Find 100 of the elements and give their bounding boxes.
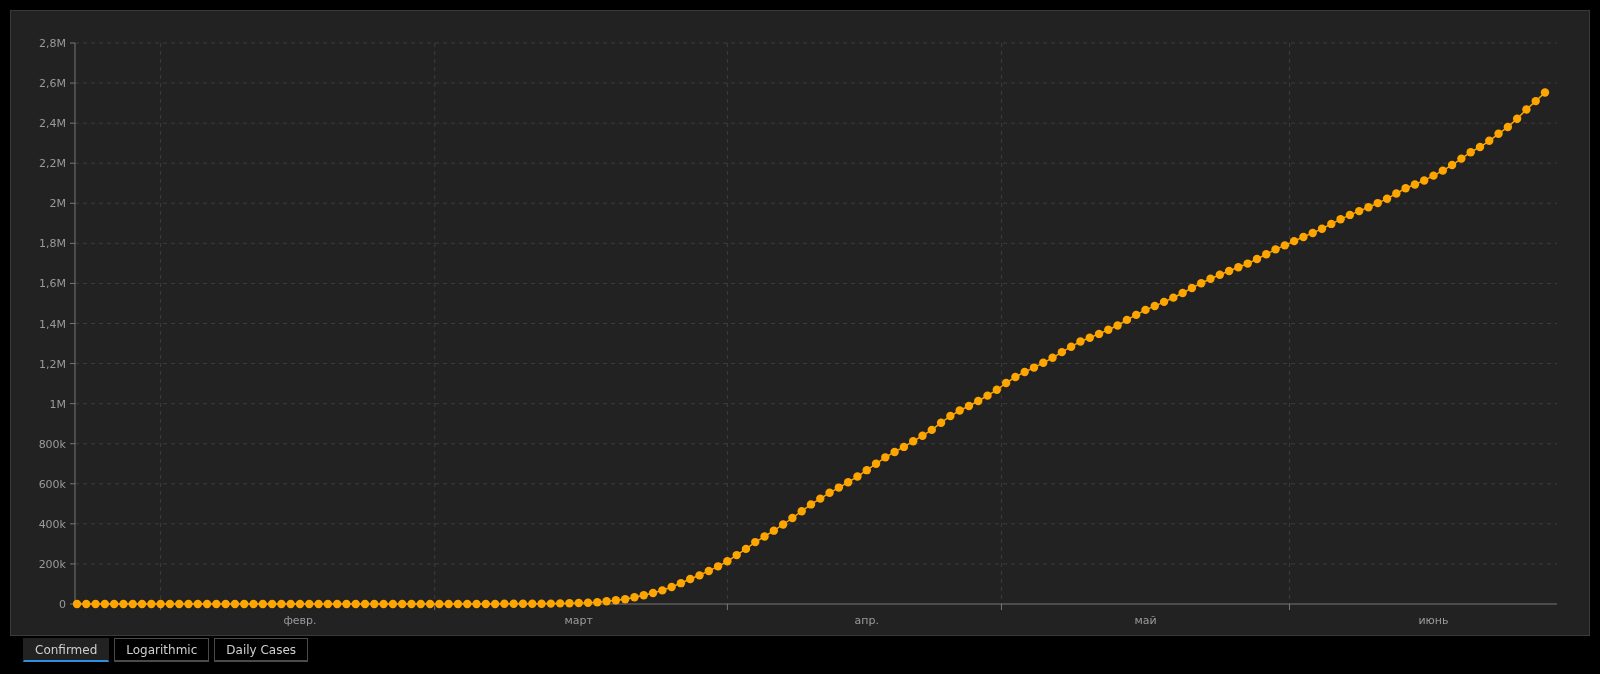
data-point <box>1336 215 1345 224</box>
data-point <box>639 591 648 600</box>
data-point <box>156 599 165 609</box>
axis-label: 0 <box>59 598 66 611</box>
data-point <box>1327 219 1336 229</box>
data-point <box>425 599 435 609</box>
axis-label: 2,2M <box>39 157 66 171</box>
data-point <box>751 537 760 547</box>
data-point <box>109 599 119 609</box>
data-point <box>165 599 175 609</box>
data-point <box>91 599 100 609</box>
data-point <box>1029 363 1039 372</box>
data-point <box>909 437 918 446</box>
data-point <box>713 562 723 571</box>
data-point <box>305 599 314 609</box>
data-point <box>1420 176 1429 185</box>
data-point <box>342 599 351 609</box>
data-point <box>1159 297 1169 307</box>
data-point <box>100 599 110 609</box>
data-point <box>1540 88 1550 97</box>
data-point <box>1252 254 1262 264</box>
data-point <box>574 598 583 608</box>
data-point <box>936 418 946 427</box>
data-point <box>128 599 137 609</box>
data-point <box>1094 329 1104 339</box>
data-point <box>119 599 128 609</box>
data-point <box>398 599 407 609</box>
data-point <box>1410 180 1420 189</box>
data-point <box>1271 245 1280 254</box>
data-point <box>834 483 844 492</box>
data-point <box>518 599 528 608</box>
data-point <box>955 406 964 415</box>
data-point <box>723 557 732 566</box>
data-point <box>918 431 927 440</box>
tab[interactable]: Confirmed <box>23 638 110 662</box>
data-point <box>881 453 890 462</box>
data-point <box>676 578 686 588</box>
axis-label: 400k <box>38 517 66 531</box>
data-point <box>323 599 333 609</box>
data-point <box>1475 142 1485 152</box>
data-point <box>453 599 463 609</box>
data-point <box>658 586 667 595</box>
data-point <box>221 599 230 609</box>
data-point <box>816 494 825 503</box>
data-point <box>648 588 658 598</box>
data-point <box>1141 305 1150 315</box>
axis-label: 1,4M <box>39 317 66 331</box>
data-point <box>704 566 713 576</box>
data-point <box>1039 358 1048 367</box>
data-point <box>1382 194 1392 203</box>
data-point <box>258 599 267 609</box>
data-point <box>732 550 741 560</box>
data-point <box>1429 171 1438 180</box>
data-point <box>1001 378 1011 388</box>
data-point <box>1113 321 1122 330</box>
data-point <box>1299 232 1308 242</box>
data-point <box>416 599 425 609</box>
data-point <box>555 599 565 608</box>
data-point <box>853 472 862 481</box>
data-point <box>184 599 193 609</box>
data-point <box>1057 347 1067 357</box>
data-point <box>1104 325 1113 334</box>
data-point <box>583 598 593 607</box>
data-point <box>992 385 1001 394</box>
data-point <box>630 593 639 602</box>
data-point <box>1020 367 1029 377</box>
data-point <box>1076 337 1085 346</box>
data-point <box>72 599 82 609</box>
data-point <box>1234 263 1243 272</box>
data-point <box>472 599 481 609</box>
data-point <box>1522 105 1531 114</box>
data-point <box>175 599 184 609</box>
data-point <box>509 599 518 608</box>
axis-label: июнь <box>1418 614 1449 627</box>
tab[interactable]: Daily Cases <box>214 638 309 662</box>
data-point <box>360 599 370 609</box>
data-point <box>370 599 379 609</box>
data-point <box>82 599 91 609</box>
data-point <box>379 599 388 609</box>
data-point <box>1392 189 1401 198</box>
data-point <box>1215 270 1224 279</box>
data-point <box>565 599 574 608</box>
data-point <box>778 520 788 529</box>
data-point <box>1262 250 1271 259</box>
data-point <box>1512 114 1522 123</box>
data-point <box>1206 274 1215 283</box>
data-point <box>528 599 537 608</box>
data-point <box>463 599 472 609</box>
data-point <box>407 599 416 609</box>
data-point <box>1243 259 1252 268</box>
data-point <box>1132 310 1141 320</box>
tab[interactable]: Logarithmic <box>114 638 210 662</box>
data-point <box>1011 372 1020 382</box>
data-point <box>871 459 881 468</box>
data-point <box>546 599 556 608</box>
axis-label: 1,8M <box>39 237 66 251</box>
data-point <box>593 598 602 607</box>
data-point <box>212 599 221 609</box>
axis-label: 2,8M <box>39 37 66 50</box>
data-point <box>1485 136 1494 145</box>
